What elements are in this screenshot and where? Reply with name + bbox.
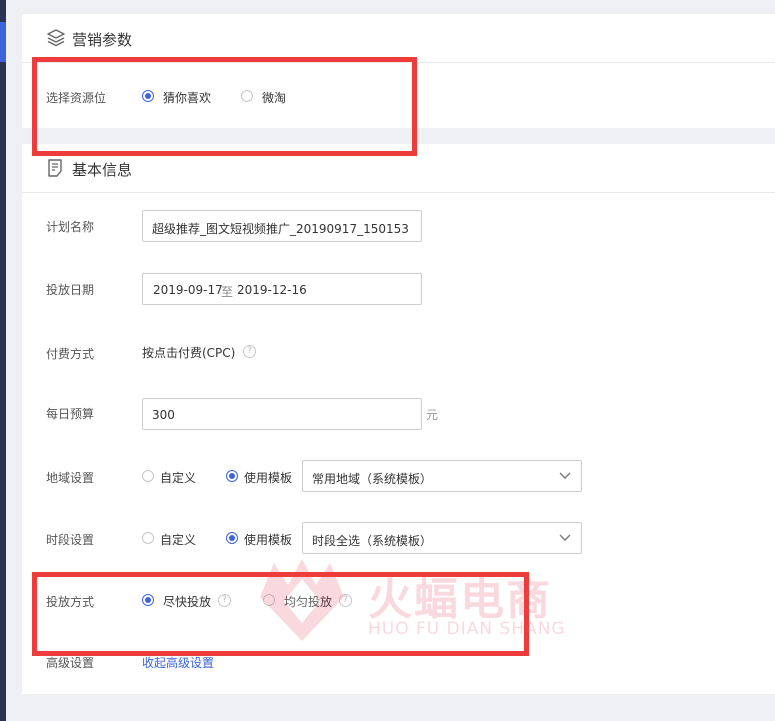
highlight-box-delivery bbox=[32, 572, 529, 656]
payment-label: 付费方式 bbox=[46, 347, 95, 361]
help-icon[interactable]: ? bbox=[243, 345, 256, 358]
date-separator: 至 bbox=[221, 285, 234, 299]
region-label: 地域设置 bbox=[46, 471, 95, 485]
time-radio-template[interactable] bbox=[226, 532, 238, 544]
time-option-custom[interactable]: 自定义 bbox=[160, 531, 196, 548]
chevron-down-icon bbox=[559, 534, 571, 541]
plan-name-input[interactable]: 超级推荐_图文短视频推广_20190917_150153 bbox=[142, 210, 422, 242]
date-range-picker[interactable]: 2019-09-17 至 2019-12-16 bbox=[142, 273, 422, 305]
date-start: 2019-09-17 bbox=[153, 283, 223, 297]
budget-unit: 元 bbox=[426, 408, 439, 422]
plan-name-label: 计划名称 bbox=[46, 220, 95, 234]
budget-label: 每日预算 bbox=[46, 407, 95, 421]
region-radio-template[interactable] bbox=[226, 470, 238, 482]
payment-value: 按点击付费(CPC) bbox=[142, 346, 236, 360]
document-icon bbox=[48, 159, 62, 177]
time-template-value: 时段全选（系统模板） bbox=[312, 534, 433, 548]
app-sidebar-strip bbox=[0, 0, 6, 721]
advanced-label: 高级设置 bbox=[46, 656, 95, 670]
sidebar-active-indicator bbox=[0, 22, 6, 62]
time-option-template[interactable]: 使用模板 bbox=[244, 531, 292, 548]
collapse-advanced-link[interactable]: 收起高级设置 bbox=[142, 654, 214, 671]
time-radio-custom[interactable] bbox=[142, 532, 154, 544]
region-template-select[interactable]: 常用地域（系统模板） bbox=[302, 460, 582, 492]
highlight-box-resource bbox=[32, 57, 417, 156]
plan-name-value: 超级推荐_图文短视频推广_20190917_150153 bbox=[152, 222, 409, 236]
date-label: 投放日期 bbox=[46, 283, 95, 297]
chevron-down-icon bbox=[559, 472, 571, 479]
region-option-custom[interactable]: 自定义 bbox=[160, 469, 196, 486]
marketing-card-title: 营销参数 bbox=[72, 31, 133, 49]
region-radio-custom[interactable] bbox=[142, 470, 154, 482]
region-template-value: 常用地域（系统模板） bbox=[312, 472, 433, 486]
region-option-template[interactable]: 使用模板 bbox=[244, 469, 292, 486]
daily-budget-value: 300 bbox=[152, 408, 175, 422]
date-end: 2019-12-16 bbox=[237, 283, 307, 297]
daily-budget-input[interactable]: 300 bbox=[142, 398, 422, 430]
layers-icon bbox=[47, 29, 65, 47]
time-template-select[interactable]: 时段全选（系统模板） bbox=[302, 522, 582, 554]
time-label: 时段设置 bbox=[46, 533, 95, 547]
basic-card-title: 基本信息 bbox=[72, 161, 133, 179]
marketing-card-header: 营销参数 bbox=[22, 14, 775, 63]
